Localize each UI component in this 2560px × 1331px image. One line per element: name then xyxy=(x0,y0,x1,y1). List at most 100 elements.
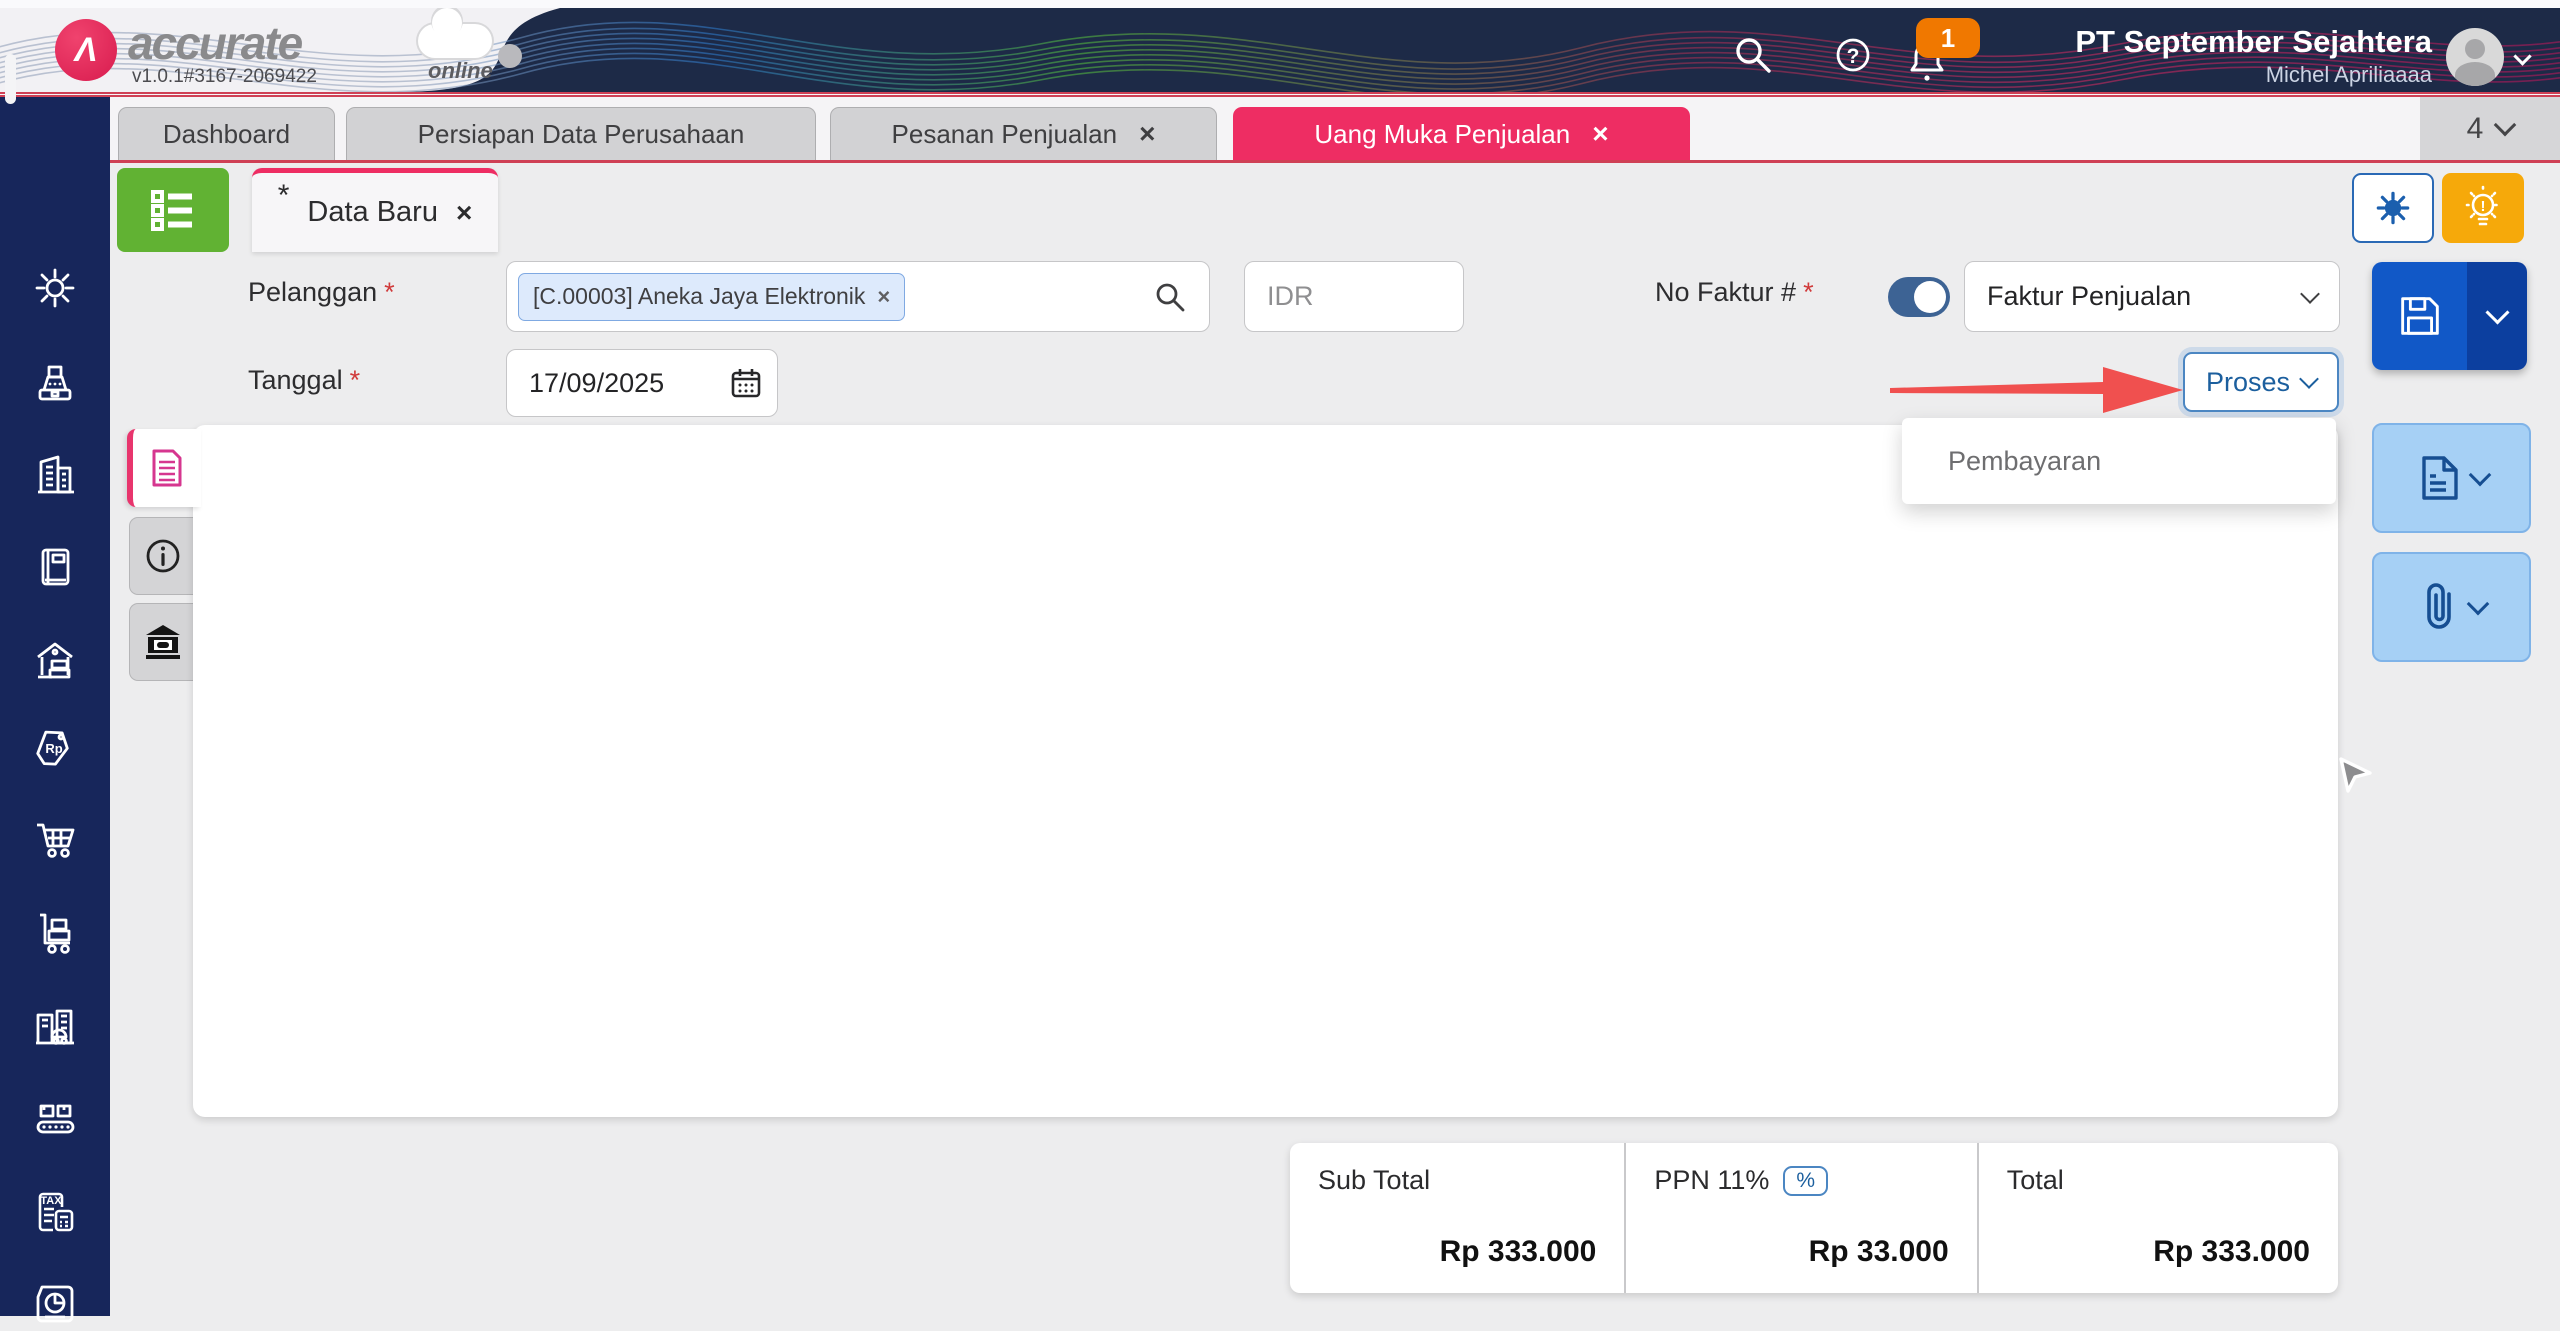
pelanggan-field[interactable]: [C.00003] Aneka Jaya Elektronik × xyxy=(506,261,1210,332)
inventory-icon[interactable] xyxy=(28,906,82,960)
document-icon xyxy=(152,449,182,487)
proses-label: Proses xyxy=(2205,366,2291,397)
required-marker: * xyxy=(1803,277,1814,307)
paperclip-icon xyxy=(2426,583,2451,629)
bank-icon[interactable] xyxy=(28,633,82,687)
doc-tab-label: Data Baru xyxy=(307,196,438,228)
settings-icon[interactable] xyxy=(28,261,82,315)
chevron-down-icon xyxy=(2468,463,2491,486)
form-card xyxy=(193,425,2338,1117)
tanggal-value: 17/09/2025 xyxy=(529,367,665,398)
panel-collapse-handle[interactable] xyxy=(2334,750,2378,798)
close-icon[interactable]: × xyxy=(1139,118,1155,150)
search-icon[interactable] xyxy=(1728,30,1778,80)
asset-icon[interactable] xyxy=(28,999,82,1053)
total-value: Rp 333.000 xyxy=(2153,1235,2310,1268)
tab-uang-muka-penjualan[interactable]: Uang Muka Penjualan × xyxy=(1233,107,1690,160)
notification-badge[interactable]: 1 xyxy=(1916,18,1980,58)
required-marker: * xyxy=(384,277,395,307)
chevron-down-icon xyxy=(2466,592,2489,615)
subtotal-value: Rp 333.000 xyxy=(1439,1235,1597,1268)
cloud-icon xyxy=(418,8,492,58)
unsaved-marker: * xyxy=(277,179,290,212)
close-icon[interactable]: × xyxy=(1592,118,1608,150)
tab-persiapan-data-perusahaan[interactable]: Persiapan Data Perusahaan xyxy=(346,107,816,160)
proses-dropdown-menu: Pembayaran xyxy=(1902,418,2336,504)
tips-button[interactable]: ! xyxy=(2442,173,2524,243)
tab-label: Uang Muka Penjualan xyxy=(1314,118,1571,149)
faktur-type-value: Faktur Penjualan xyxy=(1987,281,2192,311)
ppn-label: PPN 11% xyxy=(1654,1165,1770,1195)
subtotal-label: Sub Total xyxy=(1318,1165,1431,1195)
save-split-button[interactable] xyxy=(2372,262,2527,370)
sales-icon[interactable]: Rp xyxy=(28,720,82,774)
chevron-down-icon xyxy=(2300,283,2320,304)
report-icon[interactable] xyxy=(28,1277,82,1331)
total-label: Total xyxy=(2006,1165,2064,1195)
chevron-down-icon xyxy=(2299,369,2319,389)
menu-item-pembayaran[interactable]: Pembayaran xyxy=(1948,446,2101,477)
currency-field: IDR xyxy=(1244,261,1464,332)
user-name: Michel Apriliaaaa xyxy=(2265,62,2432,87)
header-dot-decoration xyxy=(498,44,522,68)
currency-value: IDR xyxy=(1267,281,1314,311)
window-top-strip xyxy=(0,0,2560,8)
svg-text:!: ! xyxy=(2481,198,2486,215)
record-list-button[interactable] xyxy=(117,168,229,252)
brand-online-label: online xyxy=(428,58,493,83)
search-icon[interactable] xyxy=(1153,280,1187,314)
close-icon[interactable]: × xyxy=(456,197,472,229)
tax-icon[interactable]: TAX xyxy=(28,1185,82,1239)
accurate-logo-icon[interactable]: Λ xyxy=(55,19,117,81)
avatar[interactable] xyxy=(2446,28,2504,86)
chevron-down-icon xyxy=(2494,113,2517,136)
no-faktur-label: No Faktur # * xyxy=(1655,277,1814,307)
tab-dashboard[interactable]: Dashboard xyxy=(118,107,335,160)
tab-overflow-dropdown[interactable]: 4 xyxy=(2420,97,2560,160)
print-document-button[interactable] xyxy=(2372,423,2531,533)
app-header: Λ accurate online v1.0.1#3167-2069422 ? … xyxy=(0,8,2560,92)
sidebar-scroll-indicator[interactable] xyxy=(5,54,16,104)
save-options-button[interactable] xyxy=(2467,262,2527,370)
svg-text:?: ? xyxy=(1847,45,1860,68)
chip-close-icon[interactable]: × xyxy=(877,284,890,310)
no-faktur-toggle[interactable] xyxy=(1888,277,1950,317)
tanggal-label: Tanggal * xyxy=(248,365,361,395)
list-icon xyxy=(151,190,192,231)
sidebar: Rp TAX xyxy=(0,97,110,1323)
calendar-icon[interactable] xyxy=(729,366,763,400)
side-tab-info[interactable] xyxy=(129,517,196,595)
attachment-button[interactable] xyxy=(2372,552,2531,662)
save-button[interactable] xyxy=(2372,262,2467,370)
side-tab-bank[interactable] xyxy=(129,603,196,681)
manufacture-icon[interactable] xyxy=(28,1092,82,1146)
totals-bar: Sub Total Rp 333.000 PPN 11% % Rp 33.000… xyxy=(1290,1143,2338,1293)
chevron-down-icon xyxy=(2484,300,2510,325)
side-tab-detail[interactable] xyxy=(127,429,201,507)
pelanggan-chip[interactable]: [C.00003] Aneka Jaya Elektronik × xyxy=(518,272,906,321)
save-icon xyxy=(2400,297,2439,335)
cash-register-icon[interactable] xyxy=(28,354,82,408)
tab-label: Pesanan Penjualan xyxy=(891,118,1118,149)
pelanggan-label: Pelanggan * xyxy=(248,277,395,307)
subtotal-column: Sub Total Rp 333.000 xyxy=(1290,1143,1624,1293)
document-icon xyxy=(2421,456,2458,500)
journal-icon[interactable] xyxy=(28,540,82,594)
tab-label: Dashboard xyxy=(162,118,291,149)
percent-badge[interactable]: % xyxy=(1783,1165,1829,1196)
tanggal-field[interactable]: 17/09/2025 xyxy=(506,349,778,417)
doc-tab-data-baru[interactable]: * Data Baru × xyxy=(252,168,498,252)
company-name: PT September Sejahtera xyxy=(2075,24,2432,59)
svg-text:Rp: Rp xyxy=(45,741,62,756)
required-marker: * xyxy=(349,365,361,395)
proses-button[interactable]: Proses xyxy=(2183,352,2339,412)
help-icon[interactable]: ? xyxy=(1828,30,1878,80)
tab-pesanan-penjualan[interactable]: Pesanan Penjualan × xyxy=(830,107,1217,160)
faktur-type-select[interactable]: Faktur Penjualan xyxy=(1964,261,2340,332)
purchase-icon[interactable] xyxy=(28,813,82,867)
logo-glyph: Λ xyxy=(74,30,98,69)
info-icon xyxy=(146,539,180,573)
company-icon[interactable] xyxy=(28,447,82,501)
ppn-column: PPN 11% % Rp 33.000 xyxy=(1624,1143,1976,1293)
form-settings-button[interactable] xyxy=(2352,173,2434,243)
